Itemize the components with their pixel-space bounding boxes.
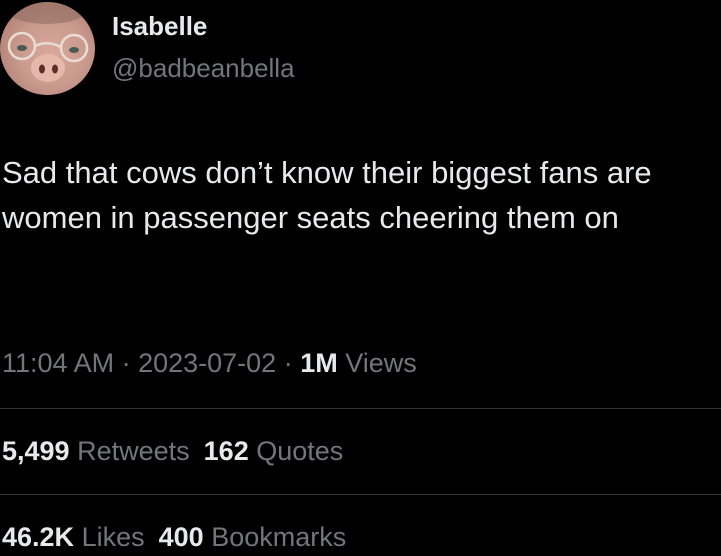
engagement-row-likes-bookmarks: 46.2K Likes 400 Bookmarks bbox=[2, 518, 346, 556]
tweet-date[interactable]: 2023-07-02 bbox=[138, 348, 276, 378]
tweet-time[interactable]: 11:04 AM bbox=[2, 348, 114, 378]
tweet-text: Sad that cows don’t know their biggest f… bbox=[2, 155, 652, 235]
views-label: Views bbox=[345, 348, 417, 378]
views-count: 1M bbox=[300, 348, 338, 378]
author-handle[interactable]: @badbeanbella bbox=[112, 50, 295, 86]
retweets-label: Retweets bbox=[77, 436, 190, 466]
bookmarks-label: Bookmarks bbox=[211, 522, 347, 552]
avatar[interactable] bbox=[0, 2, 95, 95]
divider bbox=[0, 494, 721, 495]
author-name[interactable]: Isabelle bbox=[112, 8, 207, 44]
meta-separator: · bbox=[276, 348, 301, 378]
meta-separator: · bbox=[114, 348, 139, 378]
quotes-count: 162 bbox=[203, 436, 249, 466]
likes-link[interactable]: 46.2K Likes bbox=[2, 522, 145, 552]
likes-count: 46.2K bbox=[2, 522, 75, 552]
likes-label: Likes bbox=[81, 522, 145, 552]
bookmarks-link[interactable]: 400 Bookmarks bbox=[159, 522, 347, 552]
tweet-meta: 11:04 AM · 2023-07-02 · 1M Views bbox=[2, 344, 417, 382]
retweets-count: 5,499 bbox=[2, 436, 70, 466]
divider bbox=[0, 408, 721, 409]
bookmarks-count: 400 bbox=[158, 522, 204, 552]
pig-face-avatar-icon bbox=[7, 2, 89, 82]
tweet-detail: Isabelle @badbeanbella Sad that cows don… bbox=[0, 0, 721, 552]
quotes-link[interactable]: 162 Quotes bbox=[204, 436, 344, 466]
retweets-link[interactable]: 5,499 Retweets bbox=[2, 436, 190, 466]
engagement-row-retweets-quotes: 5,499 Retweets 162 Quotes bbox=[2, 432, 343, 470]
quotes-label: Quotes bbox=[256, 436, 344, 466]
